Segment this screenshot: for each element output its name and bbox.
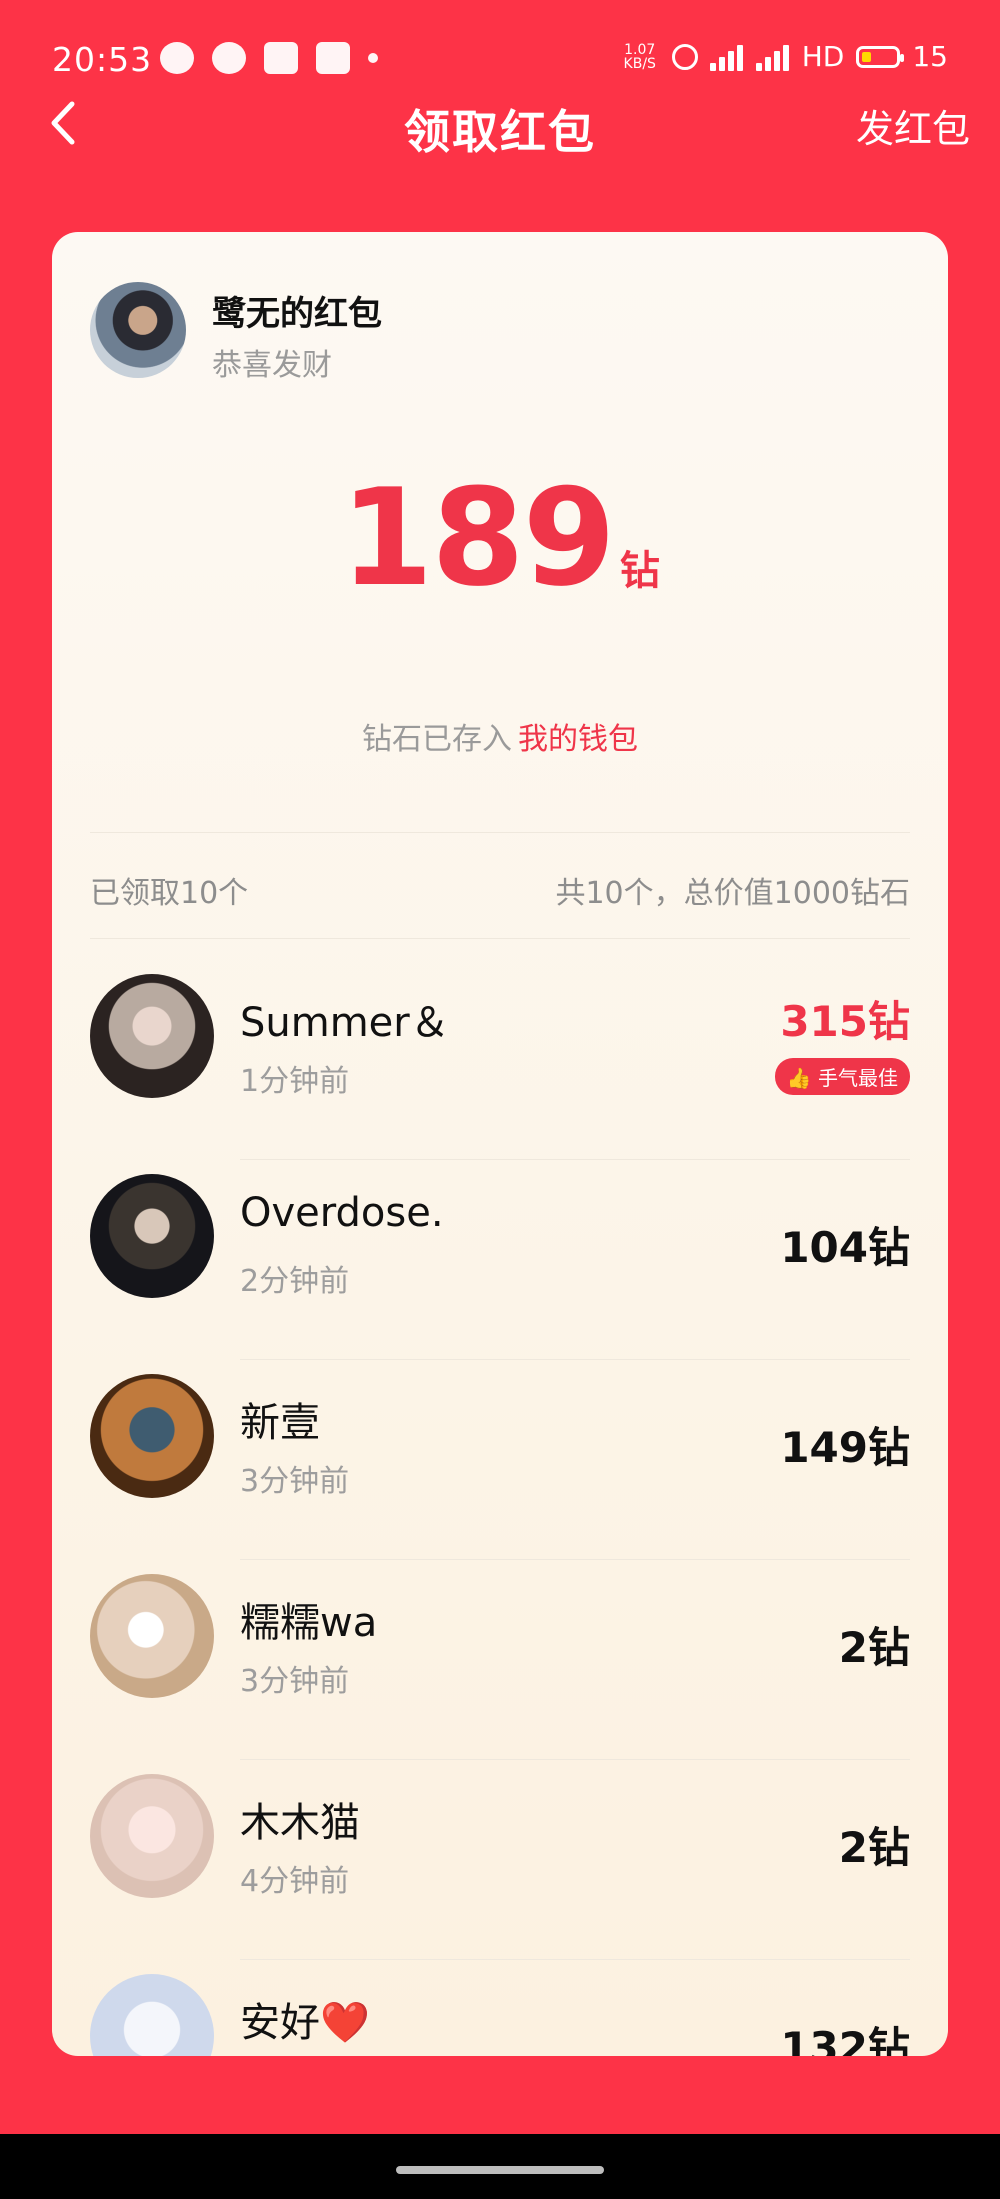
- recipient-amount: 149钻: [780, 1423, 910, 1472]
- alarm-icon: [671, 43, 698, 70]
- total-value: 共10个，总价值1000钻石: [555, 876, 910, 911]
- recipient-time: 3分钟前: [240, 1464, 350, 1499]
- list-item[interactable]: Summer＆ 1分钟前 315钻 👍 手气最佳: [52, 960, 948, 1160]
- page-title: 领取红包: [404, 105, 596, 159]
- amount-unit: 钻: [619, 548, 660, 594]
- sender-name: 鹭无的红包: [212, 294, 382, 334]
- wallet-note: 钻石已存入 我的钱包: [52, 714, 948, 758]
- more-dot-icon: [368, 53, 378, 63]
- net-speed: 1.07 KB/S: [623, 41, 656, 72]
- recipient-amount: 104钻: [780, 1223, 910, 1272]
- notification-icons: [160, 42, 378, 74]
- claim-summary: 已领取10个 共10个，总价值1000钻石: [90, 868, 910, 912]
- status-time: 20:53: [52, 40, 153, 79]
- recipient-time: 2分钟前: [240, 1264, 350, 1299]
- navigation-bar: [0, 2134, 1000, 2199]
- thumbs-up-icon: 👍: [786, 1066, 812, 1090]
- battery-icon: [856, 45, 905, 68]
- battery-level: 15: [912, 40, 948, 73]
- my-wallet-link[interactable]: 我的钱包: [518, 722, 638, 757]
- red-packet-card: 鹭无的红包 恭喜发财 189 钻 钻石已存入 我的钱包 已领取10个 共10个，总价…: [52, 232, 948, 2056]
- hd-label: HD: [801, 40, 845, 73]
- recipient-time: 1分钟前: [240, 1064, 350, 1099]
- alipay-icon: [316, 42, 350, 74]
- status-right: 1.07 KB/S HD 15: [620, 40, 948, 73]
- recipient-amount: 2钻: [838, 1623, 910, 1672]
- signal-sim2-icon: [755, 43, 790, 71]
- home-indicator[interactable]: [396, 2166, 604, 2174]
- received-amount: 189 钻: [52, 460, 948, 616]
- recipient-time: 4分钟前: [240, 1864, 350, 1899]
- sender-wish: 恭喜发财: [212, 348, 332, 383]
- recipient-name: Overdose.: [240, 1190, 444, 1236]
- list-item[interactable]: Overdose. 2分钟前 104钻: [52, 1160, 948, 1360]
- avatar[interactable]: [90, 1174, 214, 1298]
- list-item[interactable]: 糯糯wa 3分钟前 2钻: [52, 1560, 948, 1760]
- recipient-time: 3分钟前: [240, 1664, 350, 1699]
- recipient-amount: 2钻: [838, 1823, 910, 1872]
- avatar[interactable]: [90, 1774, 214, 1898]
- best-luck-badge: 👍 手气最佳: [774, 1058, 910, 1095]
- wechat-icon: [212, 42, 246, 74]
- amount-value: 189: [340, 460, 616, 616]
- recipient-amount: 132钻: [780, 2023, 910, 2056]
- sender-avatar[interactable]: [90, 282, 186, 378]
- list-item[interactable]: 木木猫 4分钟前 2钻: [52, 1760, 948, 1960]
- divider: [90, 832, 910, 833]
- list-item[interactable]: 安好❤️ 132钻: [52, 1960, 948, 2056]
- recipient-amount: 315钻: [780, 997, 910, 1046]
- status-bar: 20:53 1.07 KB/S HD 15: [0, 0, 1000, 88]
- recipient-name: Summer＆: [240, 1000, 450, 1046]
- avatar[interactable]: [90, 1374, 214, 1498]
- header: 领取红包 发红包: [0, 88, 1000, 159]
- divider: [90, 938, 910, 939]
- avatar[interactable]: [90, 1574, 214, 1698]
- send-red-packet-button[interactable]: 发红包: [856, 98, 970, 153]
- wallet-note-text: 钻石已存入: [362, 722, 512, 757]
- avatar[interactable]: [90, 974, 214, 1098]
- recipient-name: 安好❤️: [240, 2000, 370, 2046]
- message-bubble-icon: [160, 42, 194, 74]
- recipient-name: 新壹: [240, 1400, 320, 1446]
- signal-sim1-icon: [709, 43, 744, 71]
- recipient-name: 糯糯wa: [240, 1600, 378, 1646]
- claimed-count: 已领取10个: [90, 876, 249, 911]
- avatar[interactable]: [90, 1974, 214, 2056]
- list-item[interactable]: 新壹 3分钟前 149钻: [52, 1360, 948, 1560]
- tiktok-icon: [264, 42, 298, 74]
- recipient-name: 木木猫: [240, 1800, 360, 1846]
